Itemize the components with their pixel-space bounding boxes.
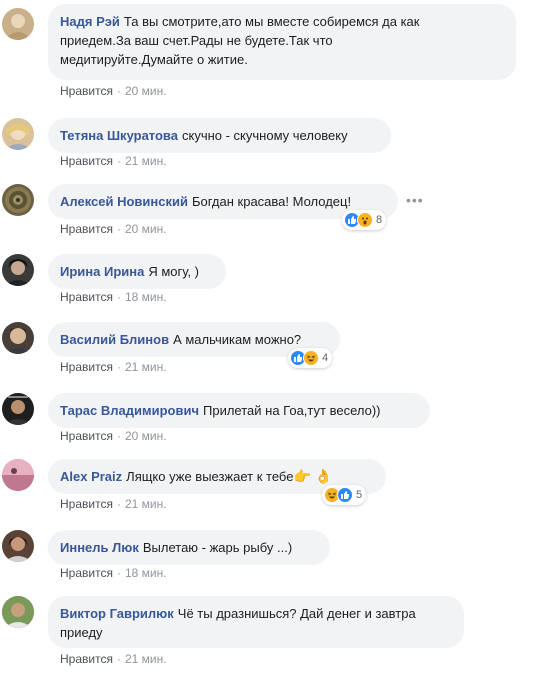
avatar[interactable] [2,8,34,40]
reactions-summary[interactable]: 8 [342,210,387,230]
like-link[interactable]: Нравится [60,360,113,374]
timestamp[interactable]: 20 мин. [125,84,167,98]
user-photo-icon [2,596,34,628]
comment-bubble: Тетяна Шкуратова скучно - скучному челове… [48,118,391,153]
comment-meta: Нравится · 21 мин. [60,154,167,168]
avatar[interactable] [2,393,34,425]
comment-meta: Нравится · 20 мин. [60,429,167,443]
comment-text-line3: медитируйте.Думайте о житие. [60,52,248,67]
comment-meta: Нравится · 21 мин. [60,360,167,374]
user-photo-icon [4,14,32,40]
comment-author[interactable]: Алексей Новинский [60,194,188,209]
comment-meta: Нравится · 20 мин. [60,222,167,236]
reactions-summary[interactable]: 4 [288,348,333,368]
comment-meta: Нравится · 21 мин. [60,652,167,666]
separator: · [116,154,121,168]
like-link[interactable]: Нравится [60,497,113,511]
timestamp[interactable]: 21 мин. [125,497,167,511]
avatar[interactable] [2,322,34,354]
user-photo-icon [4,259,32,286]
haha-reaction-icon [303,350,319,366]
comment-text: Та вы смотрите,ато мы вместе собиремся д… [123,14,420,29]
reaction-count: 8 [376,214,383,226]
avatar[interactable] [2,254,34,286]
comment-author[interactable]: Виктор Гаврилюк [60,606,174,621]
separator: · [116,360,121,374]
user-photo-icon [4,537,32,562]
comment-text: Прилетай на Гоа,тут весело)) [203,403,381,418]
separator: · [116,429,121,443]
comment-bubble: Тарас Владимирович Прилетай на Гоа,тут ве… [48,393,430,428]
comment-bubble: Надя Рэй Та вы смотрите,ато мы вместе соб… [48,4,516,80]
user-photo-icon [5,187,31,213]
comment-text: Вылетаю - жарь рыбу ...) [142,540,293,555]
comment-bubble: Виктор Гаврилюк Чё ты дразнишься? Дай ден… [48,596,464,648]
comment-text: Чё ты дразнишься? Дай денег и завтра [177,606,416,621]
comment-meta: Нравится · 21 мин. [60,497,167,511]
timestamp[interactable]: 21 мин. [125,360,167,374]
comment-meta: Нравится · 18 мин. [60,290,167,304]
timestamp[interactable]: 18 мин. [125,566,167,580]
comment-author[interactable]: Тарас Владимирович [60,403,199,418]
timestamp[interactable]: 20 мин. [125,222,167,236]
comment-author[interactable]: Тетяна Шкуратова [60,128,178,143]
comment-text: скучно - скучному человеку [181,128,348,143]
reaction-count: 5 [356,489,363,501]
user-photo-icon [2,459,34,491]
comment-text-line2: приедем.За ваш счет.Рады не будете.Так ч… [60,33,333,48]
timestamp[interactable]: 18 мин. [125,290,167,304]
timestamp[interactable]: 20 мин. [125,429,167,443]
comments-list: Надя Рэй Та вы смотрите,ато мы вместе соб… [0,0,533,676]
user-photo-icon [4,328,32,354]
reactions-summary[interactable]: 5 [322,485,367,505]
comment-meta: Нравится · 18 мин. [60,566,167,580]
wow-reaction-icon [357,212,373,228]
like-reaction-icon [337,487,353,503]
emoji-pointing-hand-icon: 👉 👌 [293,468,333,484]
comment-text-line2: приеду [60,625,103,640]
comment-author[interactable]: Иннель Люк [60,540,139,555]
comment-text: Я могу, ) [148,264,200,279]
user-photo-icon [4,124,32,150]
user-photo-icon [4,396,32,425]
comment-bubble: Ирина Ирина Я могу, ) [48,254,226,289]
comment-meta: Нравится · 20 мин. [60,84,167,98]
comment-text: Лящко уже выезжает к тебе [126,469,294,484]
avatar[interactable] [2,118,34,150]
separator: · [116,290,121,304]
separator: · [116,84,121,98]
avatar[interactable] [2,459,34,491]
comment-author[interactable]: Ирина Ирина [60,264,144,279]
like-link[interactable]: Нравится [60,290,113,304]
timestamp[interactable]: 21 мин. [125,652,167,666]
comment-text: Богдан красава! Молодец! [192,194,352,209]
more-options-icon[interactable]: ••• [406,192,424,208]
like-link[interactable]: Нравится [60,84,113,98]
comment-bubble: Иннель Люк Вылетаю - жарь рыбу ...) [48,530,330,565]
reaction-count: 4 [322,352,329,364]
separator: · [116,566,121,580]
separator: · [116,652,121,666]
like-link[interactable]: Нравится [60,154,113,168]
timestamp[interactable]: 21 мин. [125,154,167,168]
comment-author[interactable]: Василий Блинов [60,332,169,347]
like-link[interactable]: Нравится [60,429,113,443]
like-link[interactable]: Нравится [60,222,113,236]
avatar[interactable] [2,530,34,562]
avatar[interactable] [2,596,34,628]
comment-author[interactable]: Alex Praiz [60,469,122,484]
separator: · [116,497,121,511]
separator: · [116,222,121,236]
comment-text: А мальчикам можно? [173,332,302,347]
like-link[interactable]: Нравится [60,652,113,666]
comment-author[interactable]: Надя Рэй [60,14,120,29]
like-link[interactable]: Нравится [60,566,113,580]
avatar[interactable] [2,184,34,216]
